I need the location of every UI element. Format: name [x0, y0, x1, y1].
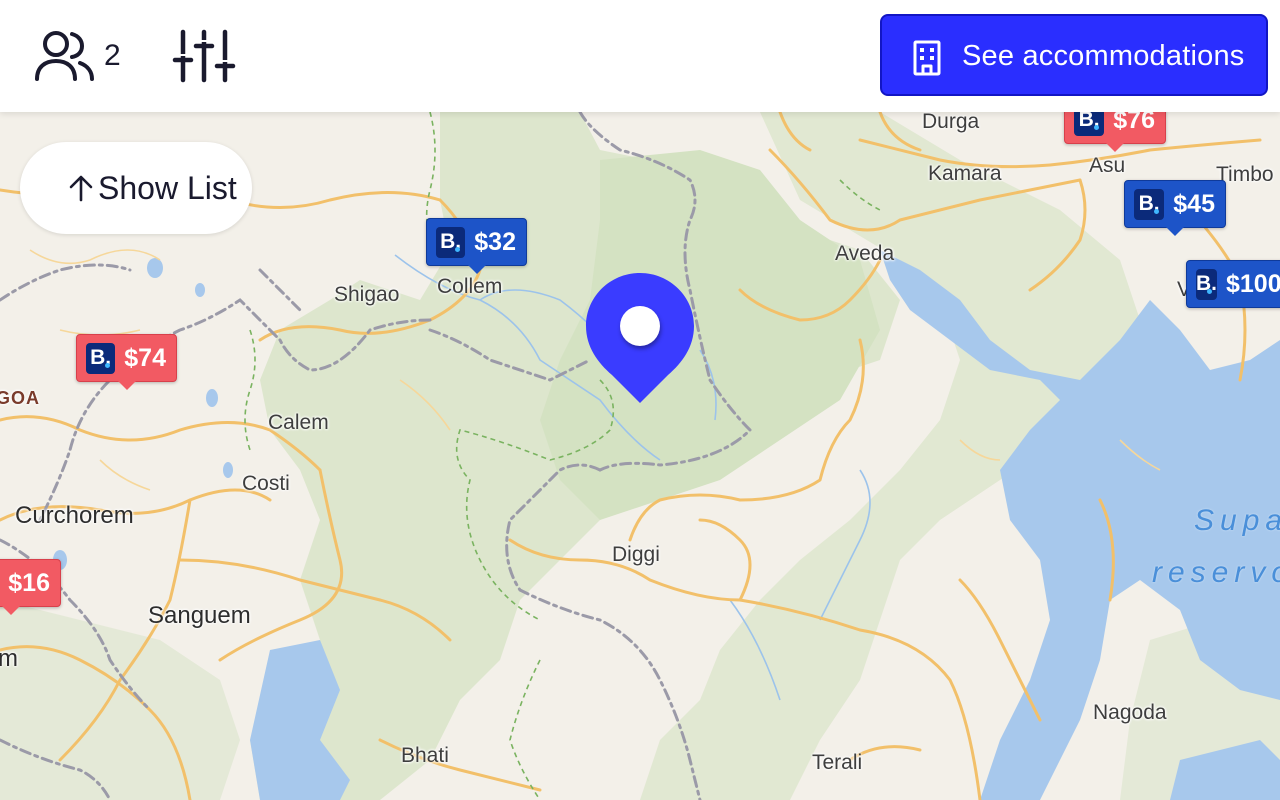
water-label: Supa: [1194, 504, 1280, 537]
place-label: Diggi: [612, 543, 660, 566]
building-icon: [913, 40, 941, 76]
place-label: Costi: [242, 472, 290, 495]
booking-logo-icon: B.: [1196, 268, 1217, 300]
place-label: Calem: [268, 411, 329, 434]
price-marker[interactable]: B. $100: [1186, 260, 1280, 308]
place-label: Nagoda: [1093, 701, 1167, 724]
price-marker[interactable]: B. $16: [0, 559, 61, 615]
booking-logo-icon: B.: [1134, 188, 1165, 220]
place-label: Durga: [922, 110, 980, 133]
place-label: Shigao: [334, 283, 400, 306]
see-accommodations-button[interactable]: See accommodations: [880, 14, 1268, 96]
place-label: Collem: [437, 275, 503, 298]
guest-count: 2: [104, 39, 121, 72]
price-marker[interactable]: B. $74: [76, 334, 177, 390]
place-label: Aveda: [835, 242, 895, 265]
show-list-button[interactable]: Show List: [20, 142, 252, 234]
guests-button[interactable]: 2: [34, 28, 121, 84]
price-marker[interactable]: B. $45: [1124, 180, 1226, 236]
show-list-label: Show List: [98, 170, 237, 206]
place-label: Bhati: [401, 744, 449, 767]
marker-price: $32: [474, 227, 516, 256]
place-label: Asu: [1089, 154, 1126, 177]
booking-logo-icon: B.: [436, 226, 466, 258]
place-label: Curchorem: [15, 502, 134, 529]
place-label: Sanguem: [148, 602, 251, 629]
filters-button[interactable]: [172, 28, 236, 84]
place-label: m: [0, 645, 18, 672]
marker-price: $16: [8, 568, 50, 597]
marker-price: $100: [1226, 269, 1280, 298]
marker-price: $45: [1173, 189, 1215, 218]
booking-logo-icon: B.: [86, 342, 116, 374]
arrow-up-icon: [69, 175, 93, 202]
sliders-icon: [172, 29, 236, 83]
map[interactable]: Durga Asu Timbo Kamara Aveda Shigao Coll…: [0, 0, 1280, 800]
cta-label: See accommodations: [962, 40, 1245, 72]
water-label: reservo: [1152, 556, 1280, 589]
place-label: Terali: [812, 751, 863, 774]
price-marker[interactable]: B. $32: [426, 218, 527, 274]
region-label: GOA: [0, 388, 41, 408]
users-icon: [35, 31, 94, 81]
place-label: Kamara: [928, 162, 1002, 185]
marker-price: $74: [124, 343, 166, 372]
top-bar: 2 See accommodations: [0, 0, 1280, 112]
location-pin-icon[interactable]: [584, 271, 696, 405]
